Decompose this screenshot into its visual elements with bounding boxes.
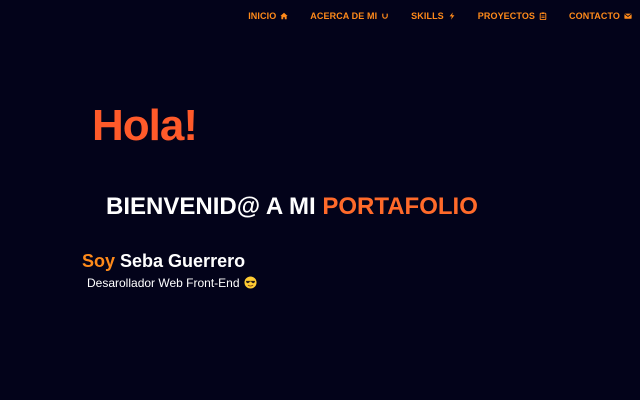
role-text: Desarollador Web Front-End [87,275,240,290]
intro-soy: Soy [82,251,116,271]
intro-line: Soy Seba Guerrero [82,252,245,270]
sunglasses-emoji-icon [243,276,257,289]
welcome-heading: BIENVENID@ A MI PORTAFOLIO [106,195,478,219]
smile-icon [381,12,389,20]
top-nav: INICIO ACERCA DE MI SKILLS PROYECTOS CON… [248,11,632,21]
role-line: Desarollador Web Front-End [87,276,257,289]
nav-item-label: PROYECTOS [477,11,536,21]
nav-item-label: INICIO [248,11,277,21]
welcome-accent: PORTAFOLIO [322,193,478,220]
nav-item-label: CONTACTO [569,11,620,21]
clipboard-icon [539,12,547,20]
mail-icon [624,12,632,20]
nav-item-proyectos[interactable]: PROYECTOS [478,11,547,21]
nav-item-label: ACERCA DE MI [310,11,378,21]
nav-item-acerca-de-mi[interactable]: ACERCA DE MI [310,11,389,21]
nav-item-label: SKILLS [411,11,444,21]
nav-item-inicio[interactable]: INICIO [248,11,288,21]
home-icon [280,12,288,20]
intro-name: Seba Guerrero [120,251,246,271]
nav-item-skills[interactable]: SKILLS [411,11,456,21]
welcome-prefix: BIENVENID@ A MI [106,193,316,220]
greeting-heading: Hola! [92,101,198,150]
nav-item-contacto[interactable]: CONTACTO [569,11,632,21]
page: INICIO ACERCA DE MI SKILLS PROYECTOS CON… [0,0,640,400]
bolt-icon [448,12,456,20]
